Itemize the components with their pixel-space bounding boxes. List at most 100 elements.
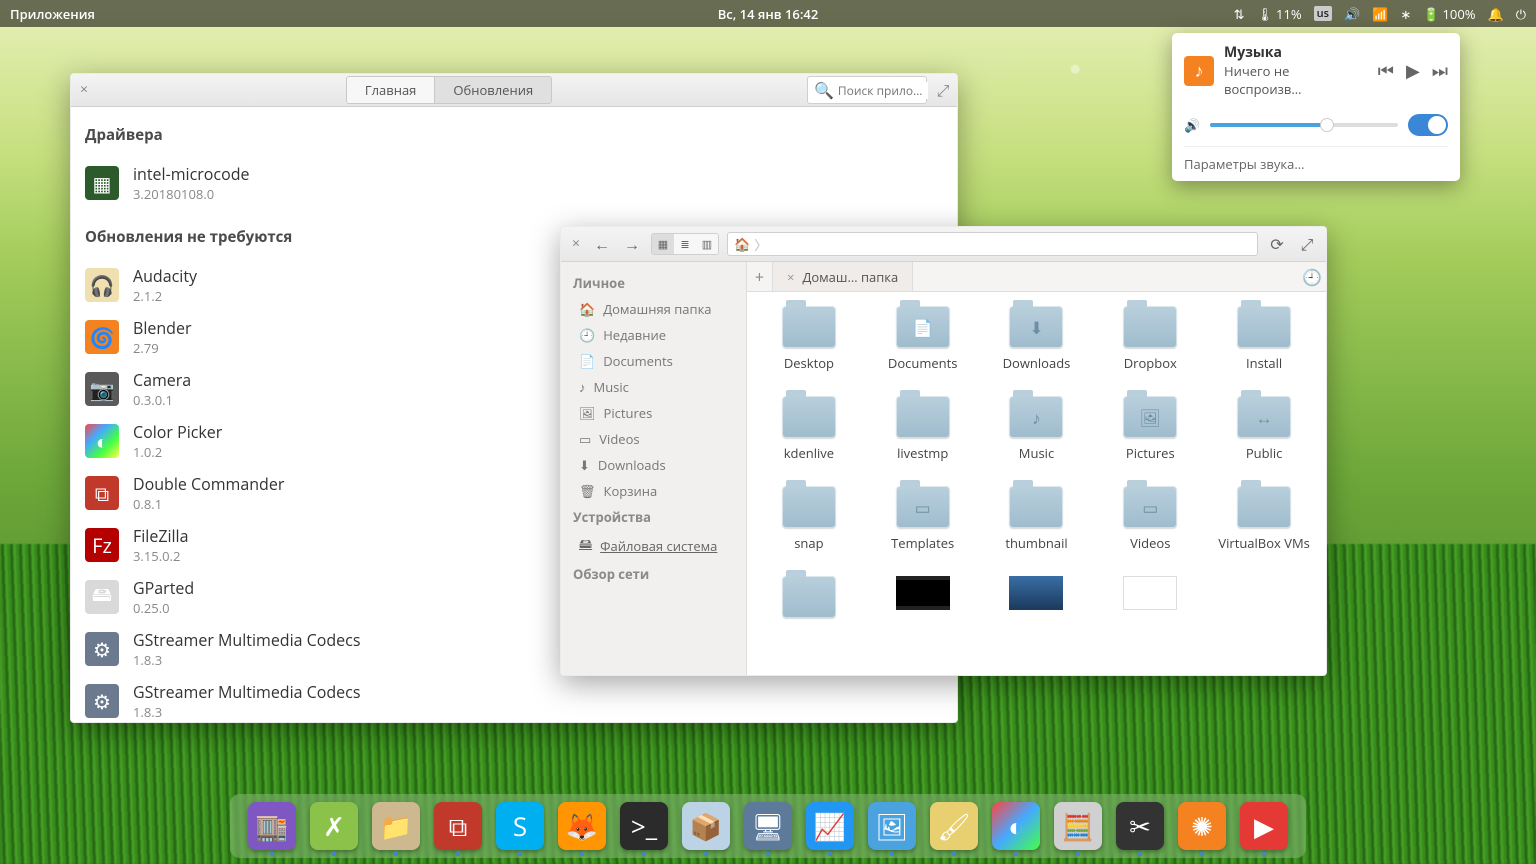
dock-item[interactable]: 📦 — [682, 802, 730, 850]
sidebar-item[interactable]: 🏠Домашняя папка — [561, 296, 746, 322]
folder-item[interactable]: snap — [757, 486, 861, 552]
app-version: 0.25.0 — [133, 599, 194, 617]
folder-item[interactable]: ↔Public — [1212, 396, 1316, 462]
indicator-network-sync[interactable]: ⇅ — [1234, 5, 1245, 23]
folder-item[interactable]: Dropbox — [1098, 306, 1202, 372]
folder-item[interactable]: 🖼Pictures — [1098, 396, 1202, 462]
volume-slider[interactable] — [1210, 123, 1398, 127]
folder-item[interactable]: Install — [1212, 306, 1316, 372]
close-button[interactable]: × — [77, 83, 91, 97]
mute-toggle[interactable] — [1408, 114, 1448, 136]
sidebar-item[interactable]: 📄Documents — [561, 348, 746, 374]
applications-menu[interactable]: Приложения — [10, 5, 95, 23]
path-bar[interactable]: 🏠〉 — [727, 232, 1258, 256]
dock-item[interactable]: ▶ — [1240, 802, 1288, 850]
sidebar-item[interactable]: ▭Videos — [561, 426, 746, 452]
dock-item[interactable]: 🦊 — [558, 802, 606, 850]
file-item[interactable] — [871, 576, 975, 624]
file-item[interactable] — [757, 576, 861, 624]
file-item[interactable] — [1098, 576, 1202, 624]
folder-item[interactable]: thumbnail — [985, 486, 1089, 552]
dock-item[interactable]: 🖼 — [868, 802, 916, 850]
folder-icon: ▭ — [896, 486, 950, 528]
app-version: 1.0.2 — [133, 443, 222, 461]
sidebar-item-filesystem[interactable]: 🖴Файловая система — [561, 530, 746, 561]
indicator-battery[interactable]: 🔋 100% — [1423, 5, 1475, 23]
folder-item[interactable]: kdenlive — [757, 396, 861, 462]
sidebar-item-icon: ⬇ — [579, 456, 590, 474]
indicator-sound[interactable]: 🔊 — [1344, 5, 1360, 23]
next-button[interactable]: ⏭ — [1432, 59, 1448, 83]
folder-label: Public — [1246, 444, 1283, 462]
view-grid[interactable]: ▦ — [652, 234, 674, 254]
app-icon: 🌀 — [85, 320, 119, 354]
reload-button[interactable]: ⟳ — [1266, 233, 1288, 255]
tab-updates[interactable]: Обновления — [434, 77, 551, 103]
prev-button[interactable]: ⏮ — [1378, 59, 1394, 83]
driver-row[interactable]: ▦ intel-microcode 3.20180108.0 — [85, 157, 943, 209]
tab-home[interactable]: Главная — [347, 77, 435, 103]
folder-item[interactable]: ♪Music — [985, 396, 1089, 462]
dock-item[interactable]: ✂ — [1116, 802, 1164, 850]
folder-item[interactable]: livestmp — [871, 396, 975, 462]
sidebar-item[interactable]: 🗑Корзина — [561, 478, 746, 504]
app-row[interactable]: ⚙ GStreamer Multimedia Codecs 1.8.3 — [85, 675, 943, 723]
app-version: 2.79 — [133, 339, 191, 357]
folder-item[interactable]: ▭Templates — [871, 486, 975, 552]
dock-item[interactable]: 🏬 — [248, 802, 296, 850]
nav-forward[interactable]: → — [621, 233, 643, 255]
folder-item[interactable]: ▭Videos — [1098, 486, 1202, 552]
sidebar-item-label: Downloads — [598, 456, 666, 474]
nav-back[interactable]: ← — [591, 233, 613, 255]
dock-item[interactable]: ⧉ — [434, 802, 482, 850]
dock-item[interactable]: 🖌 — [930, 802, 978, 850]
folder-item[interactable]: ⬇Downloads — [985, 306, 1089, 372]
indicator-keyboard[interactable]: us — [1314, 6, 1332, 21]
indicator-wifi[interactable]: 📶 — [1372, 5, 1388, 23]
sidebar-item[interactable]: ♪Music — [561, 374, 746, 400]
folder-label: thumbnail — [1005, 534, 1067, 552]
sound-settings-link[interactable]: Параметры звука… — [1184, 146, 1448, 173]
sidebar-item[interactable]: ⬇ Downloads — [561, 452, 746, 478]
search-icon: 🔍 — [814, 79, 834, 101]
dock-item[interactable]: 📈 — [806, 802, 854, 850]
dock-item[interactable]: 📁 — [372, 802, 420, 850]
history-button[interactable]: 🕘 — [1298, 262, 1326, 291]
dock-item[interactable]: 🖥 — [744, 802, 792, 850]
indicator-temperature[interactable]: 🌡 11% — [1257, 5, 1302, 23]
sidebar-item[interactable]: 🕘Недавние — [561, 322, 746, 348]
folder-label: Documents — [888, 354, 958, 372]
app-name: Double Commander — [133, 473, 284, 495]
view-list[interactable]: ≣ — [674, 234, 696, 254]
search-input[interactable] — [838, 82, 928, 99]
search-field[interactable]: 🔍 — [807, 76, 927, 104]
sidebar-item[interactable]: 🖼Pictures — [561, 400, 746, 426]
tab-home[interactable]: ×Домаш… папка — [773, 262, 913, 291]
maximize-button[interactable]: ⤢ — [1296, 233, 1318, 255]
folder-grid: Desktop 📄 Documents ⬇Downloads Dropbox Instal… — [747, 292, 1326, 676]
view-columns[interactable]: ▥ — [696, 234, 718, 254]
dock-item[interactable]: ✺ — [1178, 802, 1226, 850]
folder-item[interactable]: 📄 Documents — [871, 306, 975, 372]
app-name: Blender — [133, 317, 191, 339]
close-button[interactable]: × — [569, 237, 583, 251]
folder-icon: 📄 — [896, 306, 950, 348]
music-title: Музыка — [1224, 43, 1368, 62]
clock[interactable]: Вс, 14 янв 16:42 — [718, 5, 819, 23]
play-button[interactable]: ▶ — [1406, 59, 1420, 83]
file-item[interactable] — [985, 576, 1089, 624]
new-tab-button[interactable]: + — [747, 262, 773, 291]
indicator-bluetooth[interactable]: ∗ — [1400, 5, 1411, 23]
folder-item[interactable]: VirtualBox VMs — [1212, 486, 1316, 552]
indicator-notifications[interactable]: 🔔 — [1488, 5, 1504, 23]
folder-label: Dropbox — [1124, 354, 1177, 372]
dock-item[interactable]: >_ — [620, 802, 668, 850]
indicator-session[interactable]: ⏻ — [1516, 5, 1526, 23]
maximize-button[interactable]: ⤢ — [935, 79, 951, 101]
dock-item[interactable]: S — [496, 802, 544, 850]
dock-item[interactable]: 🧮 — [1054, 802, 1102, 850]
folder-item[interactable]: Desktop — [757, 306, 861, 372]
sidebar-item-label: Videos — [599, 430, 639, 448]
dock-item[interactable]: ✗ — [310, 802, 358, 850]
dock-item[interactable]: ◐ — [992, 802, 1040, 850]
